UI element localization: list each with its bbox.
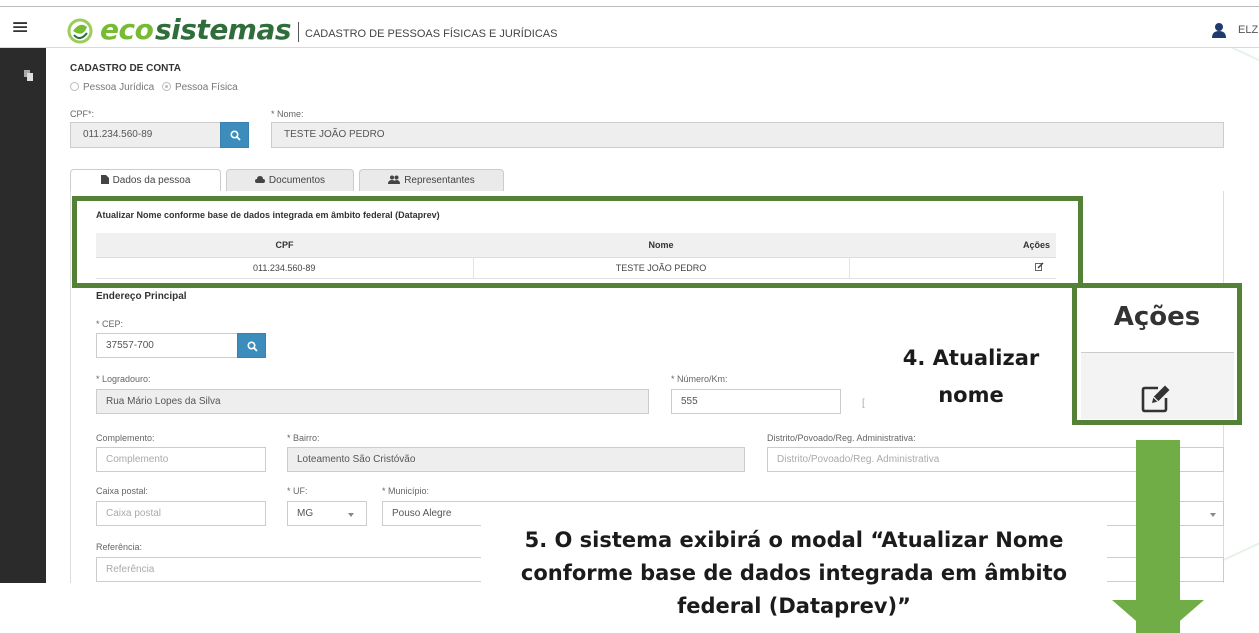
- numero-input[interactable]: 555: [671, 389, 841, 414]
- tab-label: Representantes: [404, 175, 475, 186]
- search-icon: [247, 341, 258, 352]
- tab-label: Documentos: [268, 175, 326, 186]
- highlight-box-dataprev: [72, 196, 1083, 288]
- logradouro-input[interactable]: Rua Mário Lopes da Silva: [96, 389, 649, 414]
- top-bar: ≡ eco sistemas CADASTRO DE PESSOAS FÍSIC…: [0, 0, 1259, 48]
- distrito-label: Distrito/Povoado/Reg. Administrativa:: [767, 433, 916, 443]
- chevron-down-icon: [1210, 513, 1216, 517]
- sidebar: [0, 48, 46, 583]
- tab-documentos[interactable]: Documentos: [226, 169, 354, 192]
- cep-search-button[interactable]: [237, 333, 266, 358]
- logo-text-eco: eco: [100, 13, 154, 46]
- arrow-down-icon: [1112, 600, 1204, 633]
- address-title: Endereço Principal: [96, 291, 187, 302]
- tab-representantes[interactable]: Representantes: [359, 169, 504, 192]
- complemento-input[interactable]: Complemento: [96, 447, 266, 472]
- file-icon: [100, 174, 109, 184]
- menu-icon[interactable]: ≡: [11, 17, 29, 39]
- municipio-selected-value: Pouso Alegre: [392, 508, 452, 519]
- cpf-input[interactable]: 011.234.560-89: [70, 122, 221, 148]
- cpf-search-button[interactable]: [220, 122, 249, 148]
- page-title: CADASTRO DE PESSOAS FÍSICAS E JURÍDICAS: [305, 28, 558, 40]
- uf-select[interactable]: MG: [287, 501, 367, 526]
- search-icon: [230, 130, 241, 141]
- numero-label: * Número/Km:: [671, 374, 728, 384]
- radio-label-fisica: Pessoa Física: [174, 82, 238, 93]
- user-icon: [1212, 23, 1226, 38]
- bairro-label: * Bairro:: [287, 433, 320, 443]
- radio-pessoa-fisica[interactable]: [161, 82, 171, 91]
- user-name: ELZ: [1238, 24, 1259, 36]
- nome-input[interactable]: TESTE JOÃO PEDRO: [271, 122, 1224, 148]
- logo-leaf-icon: [67, 18, 93, 44]
- logradouro-label: * Logradouro:: [96, 374, 151, 384]
- caixa-postal-label: Caixa postal:: [96, 486, 149, 496]
- uf-label: * UF:: [287, 486, 308, 496]
- referencia-label: Referência:: [96, 542, 143, 552]
- logo-separator: [298, 22, 299, 42]
- caixa-postal-input[interactable]: Caixa postal: [96, 501, 266, 526]
- bairro-input[interactable]: Loteamento São Cristóvão: [287, 447, 745, 472]
- tab-label: Dados da pessoa: [112, 175, 191, 186]
- nome-label: * Nome:: [271, 109, 304, 119]
- cloud-icon: [254, 176, 265, 184]
- person-type-radio-group: Pessoa Jurídica Pessoa Física: [70, 82, 243, 96]
- highlight-box-acoes: [1072, 283, 1242, 425]
- logo-text-sistemas: sistemas: [155, 13, 292, 46]
- cep-input[interactable]: 37557-700: [96, 333, 238, 358]
- municipio-label: * Município:: [382, 486, 430, 496]
- top-divider: [0, 6, 1259, 7]
- step-5-annotation: 5. O sistema exibirá o modal “Atualizar …: [481, 511, 1107, 633]
- cep-label: * CEP:: [96, 319, 124, 329]
- copy-icon[interactable]: [24, 70, 34, 81]
- radio-pessoa-juridica[interactable]: [70, 82, 79, 91]
- radio-label-juridica: Pessoa Jurídica: [83, 82, 155, 93]
- users-icon: [388, 175, 401, 184]
- checkbox-fragment: [: [862, 398, 865, 409]
- uf-selected-value: MG: [297, 508, 314, 519]
- step-4-annotation: 4. Atualizar nome: [902, 346, 1040, 407]
- section-title: CADASTRO DE CONTA: [70, 63, 181, 74]
- tab-dados-pessoa[interactable]: Dados da pessoa: [70, 169, 221, 193]
- complemento-label: Complemento:: [96, 433, 155, 443]
- cpf-label: CPF*:: [70, 109, 95, 119]
- chevron-down-icon: [348, 513, 354, 517]
